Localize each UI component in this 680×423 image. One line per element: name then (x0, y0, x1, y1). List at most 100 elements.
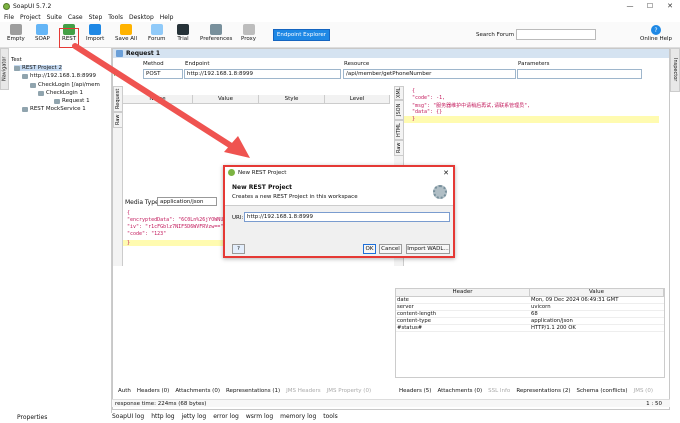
save-all-icon (120, 24, 133, 35)
tree-label: CheckLogin 1 (46, 90, 84, 96)
inspector-tab[interactable]: Inspector (670, 48, 680, 92)
table-row[interactable]: #status# HTTP/1.1 200 OK (396, 325, 664, 332)
tree-label: http://192.168.1.8:8999 (30, 73, 96, 79)
cancel-button[interactable]: Cancel (379, 244, 402, 254)
search-forum-input[interactable] (516, 29, 596, 40)
cursor-position: 1 : 50 (646, 400, 662, 407)
code-line: "iv": "r1cFGblz7NIF5D6WVFRVzw==", (127, 224, 227, 230)
menu-project[interactable]: Project (20, 14, 41, 21)
tab-auth[interactable]: Auth (118, 388, 131, 394)
tab-jms-property[interactable]: JMS Property (0) (327, 388, 371, 394)
tab-json[interactable]: JSON (394, 100, 404, 120)
menu-help[interactable]: Help (160, 14, 174, 21)
empty-button[interactable]: Empty (7, 24, 25, 42)
request-title: Request 1 (126, 50, 161, 57)
uri-input[interactable]: http://192.168.1.8:8999 (244, 212, 450, 222)
forum-icon (150, 24, 163, 35)
table-row[interactable]: date Mon, 09 Dec 2024 06:49:31 GMT (396, 297, 664, 304)
close-window-button[interactable]: ✕ (660, 0, 680, 12)
resource-input[interactable]: /api/member/getPhoneNumber (343, 69, 516, 79)
dialog-help-button[interactable]: ? (232, 244, 245, 254)
tab-error-log[interactable]: error log (213, 413, 239, 420)
forum-button[interactable]: Forum (148, 24, 165, 42)
menu-case[interactable]: Case (68, 14, 83, 21)
request-icon (54, 98, 60, 104)
save-all-button[interactable]: Save All (115, 24, 137, 42)
navigator-tab[interactable]: Navigator (0, 48, 9, 90)
trial-button[interactable]: Trial (177, 24, 189, 42)
tab-soapui-log[interactable]: SoapUI log (112, 413, 144, 420)
endpoint-input[interactable]: http://192.168.1.8:8999 (184, 69, 341, 79)
col-value: Value (530, 289, 664, 296)
table-row[interactable]: content-length 68 (396, 311, 664, 318)
trial-label: Trial (177, 36, 189, 42)
tab-request[interactable]: Request (113, 86, 123, 112)
tab-xml[interactable]: XML (394, 86, 404, 100)
resource-label: Resource (344, 61, 370, 67)
tab-response-headers[interactable]: Headers (5) (399, 388, 431, 394)
tab-response-attachments[interactable]: Attachments (0) (437, 388, 482, 394)
run-icon[interactable] (114, 68, 120, 76)
tab-jms[interactable]: JMS (0) (634, 388, 653, 394)
preferences-button[interactable]: Preferences (200, 24, 232, 42)
header-name: content-length (397, 311, 437, 317)
method-select[interactable]: POST (143, 69, 183, 79)
dialog-close-button[interactable]: ✕ (443, 169, 449, 177)
menu-suite[interactable]: Suite (47, 14, 62, 21)
service-icon (22, 73, 28, 79)
parameters-input[interactable] (517, 69, 642, 79)
menu-file[interactable]: File (4, 14, 14, 21)
media-type-label: Media Type (125, 199, 159, 206)
properties-label[interactable]: Properties (17, 414, 47, 421)
trial-icon (177, 24, 189, 35)
tab-ssl-info[interactable]: SSL Info (488, 388, 510, 394)
import-button[interactable]: Import (86, 24, 104, 42)
tree-item-request[interactable]: Request 1 (54, 98, 90, 104)
tab-representations[interactable]: Representations (1) (226, 388, 280, 394)
tree-label: CheckLogin [/api/mem (38, 82, 100, 88)
tab-wsrm-log[interactable]: wsrm log (246, 413, 273, 420)
dialog-footer: ? OK Cancel Import WADL... (225, 243, 453, 256)
tab-headers[interactable]: Headers (0) (137, 388, 169, 394)
table-row[interactable]: content-type application/json (396, 318, 664, 325)
tab-http-log[interactable]: http log (151, 413, 174, 420)
tab-tools[interactable]: tools (323, 413, 338, 420)
header-name: server (397, 304, 414, 310)
tree-item-service[interactable]: http://192.168.1.8:8999 (22, 73, 96, 79)
tab-response-representations[interactable]: Representations (2) (516, 388, 570, 394)
online-help-label: Online Help (640, 36, 673, 42)
proxy-button[interactable]: Proxy (241, 24, 256, 42)
table-row[interactable]: server uvicorn (396, 304, 664, 311)
status-bar: response time: 224ms (68 bytes) 1 : 50 (112, 399, 670, 407)
tree-item-resource[interactable]: CheckLogin [/api/mem (30, 82, 100, 88)
menu-tools[interactable]: Tools (108, 14, 123, 21)
online-help-button[interactable]: ? Online Help (640, 25, 672, 42)
tree-label: REST MockService 1 (30, 106, 86, 112)
tab-jetty-log[interactable]: jetty log (182, 413, 207, 420)
minimize-button[interactable]: — (620, 0, 640, 12)
ok-button[interactable]: OK (363, 244, 376, 254)
tab-raw-response[interactable]: Raw (394, 140, 404, 156)
tree-item-method[interactable]: CheckLogin 1 (38, 90, 83, 96)
tree-item-project[interactable]: REST Project 2 (14, 65, 62, 71)
code-line: "data": {} (412, 109, 443, 115)
tab-jms-headers[interactable]: JMS Headers (286, 388, 321, 394)
title-bar: SoapUI 5.7.2 — ☐ ✕ (0, 0, 680, 12)
col-style: Style (259, 95, 325, 103)
tree-item-mockservice[interactable]: REST MockService 1 (22, 106, 86, 112)
import-wadl-button[interactable]: Import WADL... (406, 244, 450, 254)
tab-attachments[interactable]: Attachments (0) (175, 388, 220, 394)
soap-button[interactable]: SOAP (35, 24, 50, 42)
endpoint-explorer-button[interactable]: Endpoint Explorer (273, 29, 330, 41)
header-name: content-type (397, 318, 432, 324)
menu-desktop[interactable]: Desktop (129, 14, 154, 21)
media-type-select[interactable]: application/json (157, 197, 217, 206)
tab-memory-log[interactable]: memory log (280, 413, 316, 420)
tab-schema[interactable]: Schema (conflicts) (577, 388, 628, 394)
maximize-button[interactable]: ☐ (640, 0, 660, 12)
code-line: } (412, 116, 416, 122)
menu-step[interactable]: Step (89, 14, 103, 21)
tab-html[interactable]: HTML (394, 120, 404, 140)
main-toolbar: Empty SOAP REST Import Save All Forum Tr… (0, 22, 680, 48)
tab-raw[interactable]: Raw (113, 112, 123, 128)
